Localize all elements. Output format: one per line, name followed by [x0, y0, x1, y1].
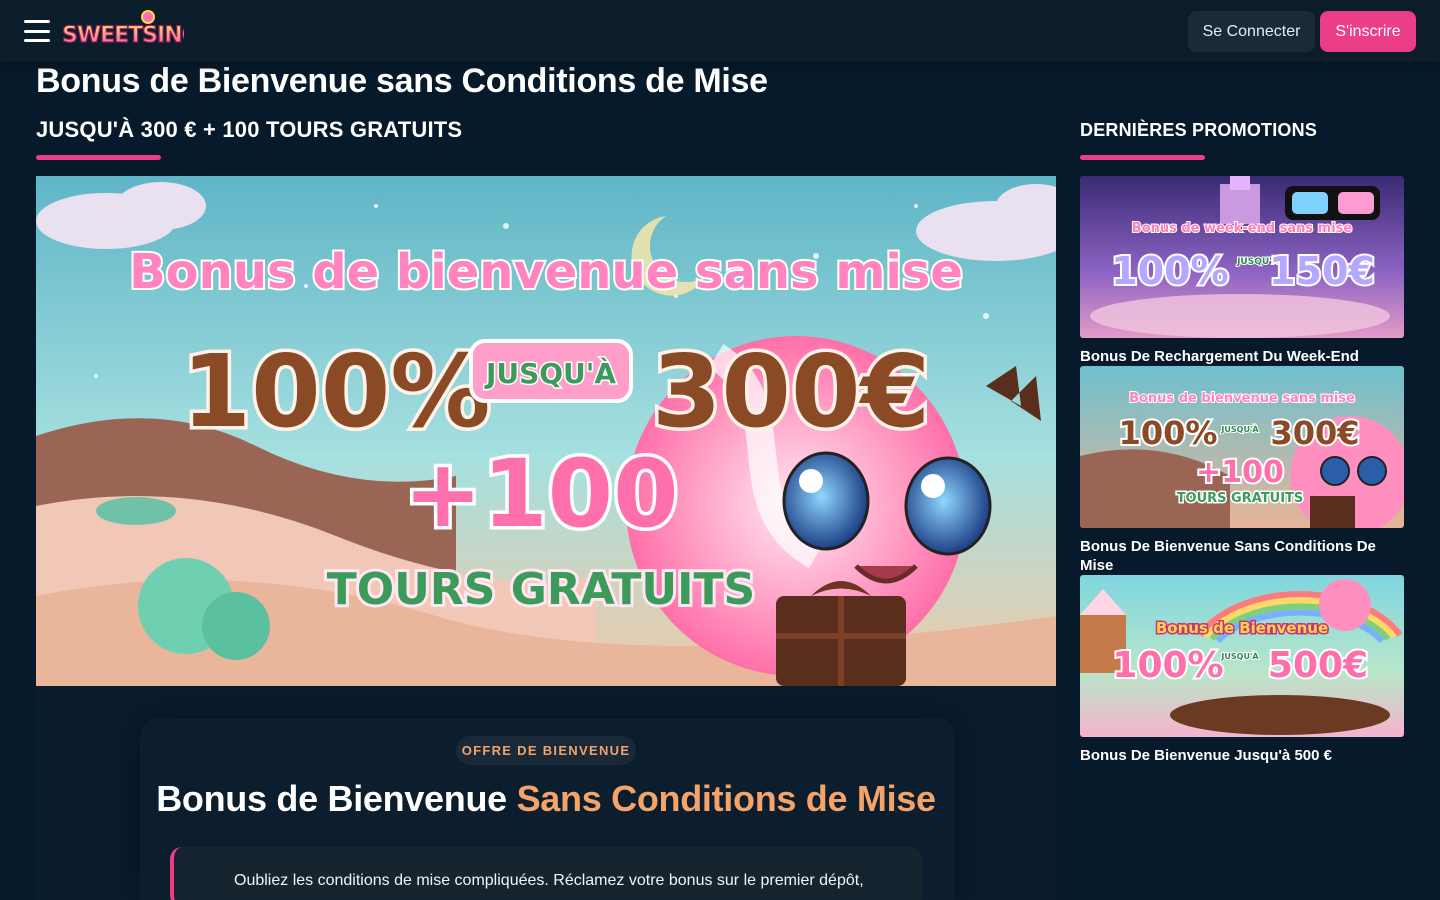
menu-icon[interactable] — [24, 20, 50, 42]
promo-2-banner-top: Bonus de bienvenue sans mise — [1129, 391, 1355, 406]
promo-1-banner-percent: 100% — [1111, 249, 1228, 293]
promo-image-welcome-500[interactable]: Bonus de Bienvenue 100% JUSQU'À 500€ — [1080, 575, 1404, 737]
promo-title-welcome-500[interactable]: Bonus De Bienvenue Jusqu'à 500 € — [1080, 746, 1400, 765]
promo-1-banner-top: Bonus de week-end sans mise — [1132, 221, 1353, 236]
section-title-plain: Bonus de Bienvenue — [156, 778, 517, 819]
sweetsino-logo[interactable]: SWEETSINO — [60, 10, 184, 50]
promo-2-banner-amount: 300€ — [1270, 414, 1359, 452]
section-title-highlight: Sans Conditions de Mise — [516, 778, 936, 819]
promo-title-no-wager-welcome[interactable]: Bonus De Bienvenue Sans Conditions De Mi… — [1080, 537, 1400, 575]
hero-illustration: Bonus de bienvenue sans mise 100% JUSQU'… — [36, 176, 1056, 686]
promo-3-banner-percent: 100% — [1112, 645, 1223, 686]
intro-text: Oubliez les conditions de mise compliqué… — [234, 872, 864, 889]
offer-badge: OFFRE DE BIENVENUE — [456, 736, 636, 765]
promo-2-banner-spins-label: TOURS GRATUITS — [1177, 491, 1304, 506]
page-title: Bonus de Bienvenue sans Conditions de Mi… — [36, 62, 768, 100]
promo-3-banner-amount: 500€ — [1268, 645, 1368, 686]
promo-image-no-wager-welcome[interactable]: Bonus de bienvenue sans mise 100% JUSQU'… — [1080, 366, 1404, 528]
page-subtitle: JUSQU'À 300 € + 100 TOURS GRATUITS — [36, 117, 463, 142]
promo-2-banner-percent: 100% — [1119, 414, 1218, 452]
promo-title-weekend-reload[interactable]: Bonus De Rechargement Du Week-End — [1080, 347, 1400, 366]
promo-3-banner-top: Bonus de Bienvenue — [1156, 619, 1328, 637]
hero-amount: 300€ — [652, 333, 930, 450]
top-navigation-bar: SWEETSINO Se Connecter S'inscrire — [0, 0, 1440, 62]
sidebar-heading-underline — [1080, 155, 1205, 160]
promo-3-banner-up-to: JUSQU'À — [1220, 650, 1259, 661]
signup-button[interactable]: S'inscrire — [1320, 11, 1416, 52]
promo-2-banner-up-to: JUSQU'À — [1220, 423, 1259, 434]
hero-up-to: JUSQU'À — [484, 356, 616, 390]
hero-percent: 100% — [182, 333, 491, 450]
svg-text:SWEETSINO: SWEETSINO — [62, 23, 184, 48]
hero-headline: Bonus de bienvenue sans mise — [129, 244, 963, 300]
hero-spins-label: TOURS GRATUITS — [327, 564, 755, 615]
promo-2-banner-spins: +100 — [1196, 455, 1284, 490]
hero-banner: Bonus de bienvenue sans mise 100% JUSQU'… — [36, 176, 1056, 686]
promo-1-banner-amount: 150€ — [1269, 249, 1375, 293]
promo-image-weekend-reload[interactable]: Bonus de week-end sans mise 100% JUSQU'À… — [1080, 176, 1404, 338]
subtitle-underline — [36, 155, 161, 160]
section-title: Bonus de Bienvenue Sans Conditions de Mi… — [36, 778, 1056, 820]
sidebar-heading: DERNIÈRES PROMOTIONS — [1080, 120, 1318, 140]
hero-spins: +100 — [404, 440, 679, 549]
login-button[interactable]: Se Connecter — [1188, 11, 1315, 52]
